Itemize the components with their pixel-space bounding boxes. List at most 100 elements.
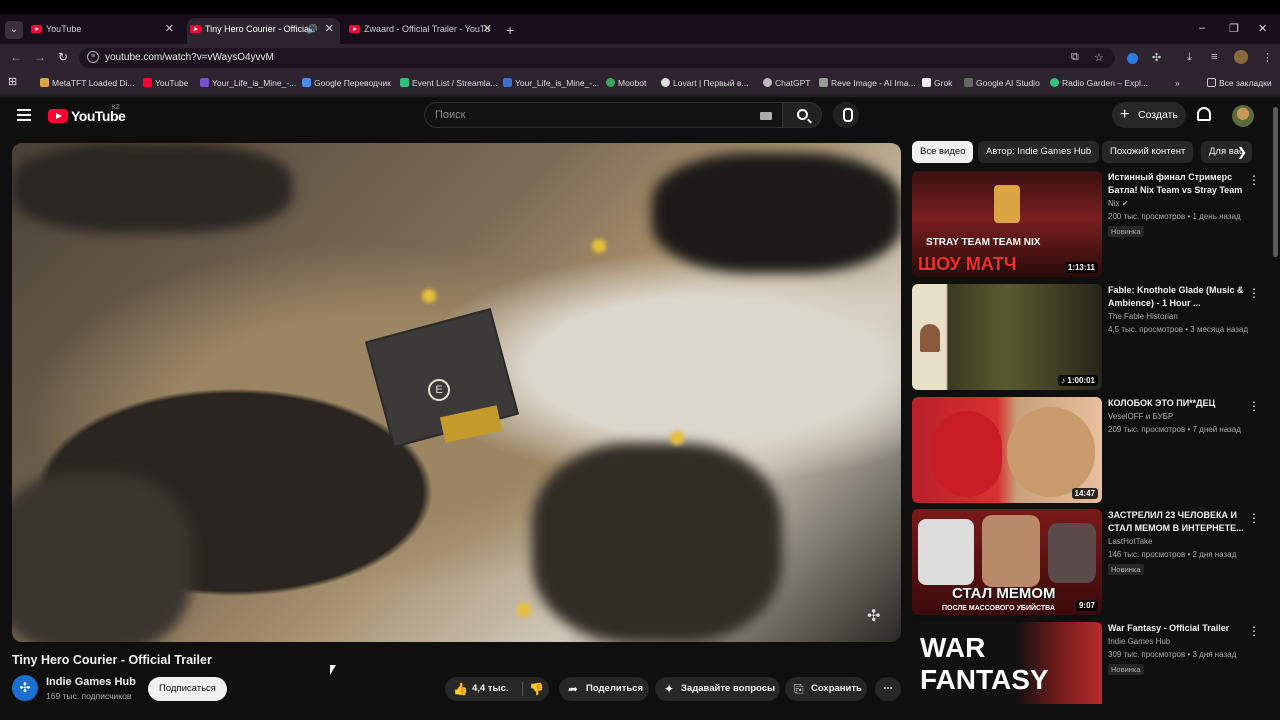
bookmark-item[interactable]: Grok: [922, 78, 952, 88]
bookmark-item[interactable]: Radio Garden – Expl...: [1050, 78, 1148, 88]
search-button[interactable]: [782, 102, 822, 128]
video-meta: 146 тыс. просмотров • 2 дня назад: [1108, 550, 1237, 559]
bookmark-item[interactable]: Your_Life_is_Mine_-...: [503, 78, 599, 88]
more-vertical-icon[interactable]: ⋮: [1248, 511, 1260, 525]
subscribe-button[interactable]: Подписаться: [148, 677, 227, 701]
chevron-right-icon[interactable]: ❯: [1237, 145, 1247, 159]
list-item[interactable]: WAR FANTASY War Fantasy - Official Trail…: [912, 622, 1264, 704]
bookmark-item[interactable]: Your_Life_is_Mine_-...: [200, 78, 296, 88]
more-vertical-icon[interactable]: ⋮: [1248, 399, 1260, 413]
video-title[interactable]: КОЛОБОК ЭТО ПИ**ДЕЦ: [1108, 397, 1248, 410]
spiderman-graphic: [932, 411, 1002, 497]
list-item[interactable]: СТАЛ МЕМОМ ПОСЛЕ МАССОВОГО УБИЙСТВА 9:07…: [912, 509, 1264, 615]
tab-youtube[interactable]: YouTube ✕: [28, 18, 180, 44]
bookmark-item[interactable]: Google Переводчик: [302, 78, 391, 88]
notifications-bell-icon[interactable]: [1197, 107, 1211, 121]
list-item[interactable]: ♪ 1:00:01 Fable: Knothole Glade (Music &…: [912, 284, 1264, 390]
close-icon[interactable]: ✕: [325, 18, 334, 40]
bookmark-item[interactable]: YouTube: [143, 78, 188, 88]
video-title[interactable]: Fable: Knothole Glade (Music & Ambience)…: [1108, 284, 1248, 310]
bookmark-label: Moobot: [618, 78, 647, 88]
more-vertical-icon[interactable]: ⋮: [1248, 286, 1260, 300]
site-info-icon[interactable]: ≡: [87, 51, 99, 63]
channel-name[interactable]: VeselOFF и БУБР: [1108, 412, 1248, 421]
more-actions-button[interactable]: ⋯: [875, 677, 901, 701]
video-title[interactable]: War Fantasy - Official Trailer: [1108, 622, 1248, 635]
more-vertical-icon[interactable]: ⋮: [1248, 624, 1260, 638]
video-duration: 14:47: [1071, 488, 1098, 499]
browser-menu-icon[interactable]: ⋮: [1262, 51, 1273, 64]
channel-watermark-icon[interactable]: ✣: [867, 606, 887, 626]
profile-avatar[interactable]: [1234, 50, 1248, 64]
speaker-icon[interactable]: 🔊: [307, 18, 318, 40]
scrollbar-thumb[interactable]: [1273, 107, 1278, 257]
bookmark-item[interactable]: Event List / Streamla...: [400, 78, 498, 88]
video-thumbnail[interactable]: STRAY TEAM TEAM NIX ШОУ МАТЧ 1:13:11: [912, 171, 1102, 277]
save-button[interactable]: ⎘ Сохранить: [785, 677, 867, 701]
bookmarks-overflow-icon[interactable]: »: [1175, 78, 1180, 88]
bookmark-item[interactable]: Google AI Studio: [964, 78, 1040, 88]
video-info: Истинный финал Стримерс Батла! Nix Team …: [1108, 171, 1248, 239]
ask-button[interactable]: ✦ Задавайте вопросы: [655, 677, 780, 701]
address-bar[interactable]: ≡ youtube.com/watch?v=vWaysO4yvvM: [79, 48, 1115, 68]
user-avatar[interactable]: [1232, 105, 1254, 127]
channel-name[interactable]: Nix ✔: [1108, 199, 1248, 208]
video-thumbnail[interactable]: 14:47: [912, 397, 1102, 503]
back-icon[interactable]: ←: [10, 50, 22, 64]
close-icon[interactable]: ✕: [165, 18, 174, 40]
extension-icon[interactable]: [1127, 53, 1138, 64]
video-title[interactable]: Истинный финал Стримерс Батла! Nix Team …: [1108, 171, 1248, 197]
chip-related[interactable]: Похожий контент: [1102, 141, 1194, 163]
bookmark-star-icon[interactable]: ☆: [1094, 51, 1104, 64]
channel-name[interactable]: LastHotTake: [1108, 537, 1248, 546]
forward-icon[interactable]: →: [34, 50, 46, 64]
create-label: Создать: [1138, 109, 1178, 121]
bookmark-favicon-icon: [503, 78, 512, 87]
video-player[interactable]: E ✣: [12, 143, 901, 642]
like-button[interactable]: 👍 4,4 тыс. 👎: [445, 677, 549, 701]
tab-search-button[interactable]: ⌄: [5, 21, 23, 39]
bookmark-item[interactable]: MetaTFT Loaded Di...: [40, 78, 135, 88]
tab-zwaard[interactable]: Zwaard - Official Trailer - YouTu ✕: [346, 18, 498, 44]
chip-author[interactable]: Автор: Indie Games Hub: [978, 141, 1100, 163]
share-button[interactable]: ➦ Поделиться: [559, 677, 649, 701]
youtube-page: YouTube KZ Поиск + Создать E ✣ Tiny Hero…: [0, 97, 1280, 720]
bookmark-item[interactable]: ChatGPT: [763, 78, 810, 88]
reload-icon[interactable]: ↻: [58, 50, 68, 64]
channel-name[interactable]: Indie Games Hub: [46, 676, 136, 688]
chip-all-videos[interactable]: Все видео: [912, 141, 974, 163]
download-icon[interactable]: ⤓: [1187, 51, 1192, 64]
thumbs-down-icon[interactable]: 👎: [529, 677, 544, 701]
search-input[interactable]: Поиск: [424, 102, 783, 128]
bookmark-label: Google Переводчик: [314, 78, 391, 88]
video-title[interactable]: ЗАСТРЕЛИЛ 23 ЧЕЛОВЕКА И СТАЛ МЕМОМ В ИНТ…: [1108, 509, 1248, 535]
close-icon[interactable]: ✕: [483, 18, 492, 40]
bookmark-item[interactable]: Moobot: [606, 78, 646, 88]
video-thumbnail[interactable]: WAR FANTASY: [912, 622, 1102, 704]
channel-avatar[interactable]: ✣: [12, 675, 38, 701]
more-vertical-icon[interactable]: ⋮: [1248, 173, 1260, 187]
create-button[interactable]: + Создать: [1112, 102, 1186, 128]
channel-name[interactable]: Indie Games Hub: [1108, 637, 1248, 646]
apps-grid-icon[interactable]: ⊞: [8, 75, 17, 88]
video-thumbnail[interactable]: СТАЛ МЕМОМ ПОСЛЕ МАССОВОГО УБИЙСТВА 9:07: [912, 509, 1102, 615]
list-item[interactable]: STRAY TEAM TEAM NIX ШОУ МАТЧ 1:13:11 Ист…: [912, 171, 1264, 277]
keyboard-icon[interactable]: [760, 112, 772, 120]
extensions-puzzle-icon[interactable]: ✣: [1152, 51, 1161, 64]
new-tab-icon[interactable]: +: [506, 22, 514, 38]
save-label: Сохранить: [811, 683, 862, 694]
media-control-icon[interactable]: ≡: [1211, 51, 1217, 63]
tab-tiny-hero[interactable]: Tiny Hero Courier - Official 🔊 ✕: [187, 18, 340, 44]
all-bookmarks[interactable]: Все закладки: [1207, 78, 1272, 88]
bookmark-item[interactable]: Reve Image - AI Ima...: [819, 78, 916, 88]
voice-search-icon[interactable]: [833, 102, 859, 128]
hamburger-menu-icon[interactable]: [17, 109, 31, 121]
bookmark-item[interactable]: Lovart | Первый в...: [661, 78, 748, 88]
restore-icon[interactable]: ❐: [1229, 22, 1239, 35]
window-close-icon[interactable]: ✕: [1258, 22, 1267, 35]
minimize-icon[interactable]: –: [1199, 22, 1205, 34]
install-app-icon[interactable]: ⧉: [1071, 51, 1079, 64]
video-thumbnail[interactable]: ♪ 1:00:01: [912, 284, 1102, 390]
channel-name[interactable]: The Fable Historian: [1108, 312, 1248, 321]
list-item[interactable]: 14:47 КОЛОБОК ЭТО ПИ**ДЕЦ VeselOFF и БУБ…: [912, 397, 1264, 503]
